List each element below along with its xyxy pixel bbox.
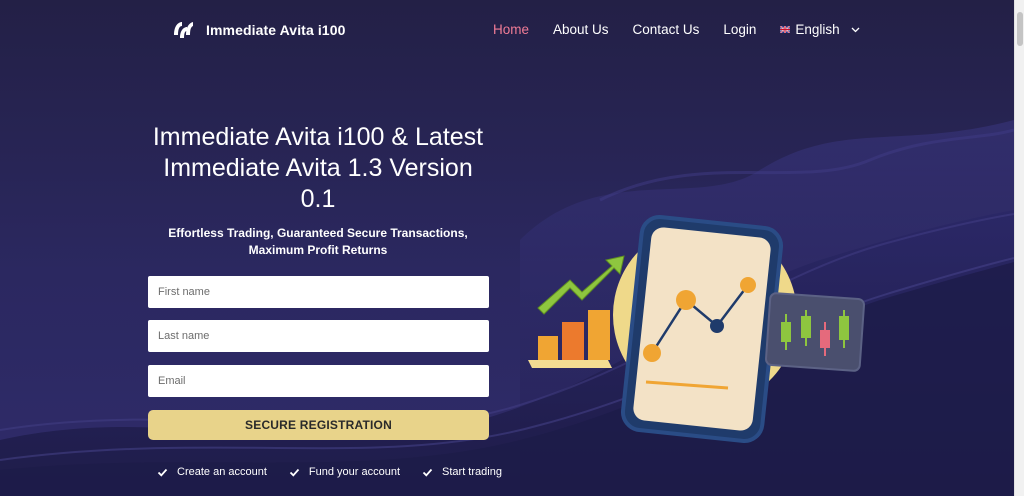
logo-icon [174, 22, 193, 38]
check-icon [289, 468, 300, 477]
nav-login[interactable]: Login [723, 22, 756, 37]
language-selector[interactable]: English [780, 22, 860, 37]
step-label: Create an account [177, 466, 267, 478]
bar-1 [538, 336, 558, 360]
uk-flag-icon [780, 26, 791, 33]
phone-screen [633, 227, 771, 431]
chart-point [740, 277, 756, 293]
step-label: Start trading [442, 466, 502, 478]
chart-point [676, 290, 696, 310]
candlestick-card [765, 292, 865, 372]
logo-text: Immediate Avita i100 [206, 22, 346, 38]
bar-2 [562, 322, 584, 360]
growth-arrow-icon [537, 255, 625, 315]
bar-platform [528, 360, 612, 368]
vertical-scrollbar[interactable] [1014, 0, 1024, 496]
main-nav: Home About Us Contact Us Login English [493, 22, 860, 37]
nav-home[interactable]: Home [493, 22, 529, 37]
step-start-trading: Start trading [422, 466, 502, 478]
candle-green [781, 322, 791, 342]
step-create-account: Create an account [157, 466, 267, 478]
scrollbar-thumb[interactable] [1017, 12, 1023, 46]
check-icon [422, 468, 433, 477]
candle-green [839, 316, 849, 340]
steps-list: Create an account Fund your account Star… [157, 466, 524, 478]
step-label: Fund your account [308, 466, 401, 478]
bar-3 [588, 310, 610, 360]
nav-about-us[interactable]: About Us [553, 22, 609, 37]
hero-subtitle: Effortless Trading, Guaranteed Secure Tr… [168, 226, 468, 257]
email-input[interactable] [148, 365, 489, 397]
nav-contact-us[interactable]: Contact Us [633, 22, 700, 37]
first-name-input[interactable] [148, 276, 489, 308]
hero-title: Immediate Avita i100 & Latest Immediate … [152, 123, 484, 213]
landing-page: Immediate Avita i100 Home About Us Conta… [0, 0, 1014, 496]
secure-registration-button[interactable]: SECURE REGISTRATION [148, 410, 489, 440]
chart-point [643, 344, 661, 362]
check-icon [157, 468, 168, 477]
step-fund-account: Fund your account [289, 466, 400, 478]
trading-phone-illustration [528, 215, 865, 443]
last-name-input[interactable] [148, 320, 489, 352]
candle-green [801, 316, 811, 338]
chevron-down-icon [851, 27, 860, 33]
language-label: English [795, 22, 840, 37]
candle-red [820, 330, 830, 348]
chart-point [710, 319, 724, 333]
site-logo[interactable]: Immediate Avita i100 [170, 17, 345, 43]
